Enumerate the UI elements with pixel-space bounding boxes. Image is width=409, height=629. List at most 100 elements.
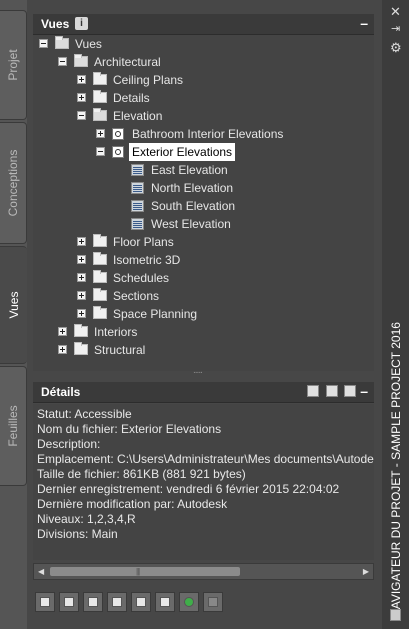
collapse-icon[interactable] (58, 57, 67, 66)
details-minimize-button[interactable]: – (360, 383, 368, 399)
grip-icon: ||| (136, 567, 140, 576)
folder-open-icon (55, 36, 69, 49)
expand-icon[interactable] (77, 255, 86, 264)
expand-icon[interactable] (58, 327, 67, 336)
tree-label: North Elevation (151, 181, 234, 195)
detail-statut: Statut: Accessible (37, 407, 132, 421)
expand-icon[interactable] (96, 129, 105, 138)
elevation-view-icon (131, 164, 144, 176)
elevation-view-icon (131, 218, 144, 230)
info-icon[interactable]: i (75, 17, 88, 30)
tree-label: Schedules (113, 271, 170, 285)
detail-dernier-enregistrement: Dernier enregistrement: vendredi 6 févri… (37, 482, 340, 496)
tree-label: Sections (113, 289, 160, 303)
tree-label: Structural (94, 343, 146, 357)
tab-feuilles[interactable]: Feuilles (0, 366, 27, 486)
folder-icon (93, 90, 107, 103)
thumbnail-icon[interactable] (344, 385, 356, 397)
tree-label: Isometric 3D (113, 253, 181, 267)
expand-icon[interactable] (77, 309, 86, 318)
collapse-icon[interactable] (39, 39, 48, 48)
vues-pane-header: Vues i – (33, 14, 374, 35)
view-icon (112, 146, 124, 158)
close-icon[interactable]: ✕ (390, 4, 401, 20)
tab-conceptions-label: Conceptions (6, 149, 20, 217)
tree-label: East Elevation (151, 163, 228, 177)
details-view-options (304, 385, 356, 400)
tree-label: Vues (75, 37, 102, 51)
expand-icon[interactable] (77, 237, 86, 246)
project-navigator-main: Vues i – Vues Architectural Ceiling Plan… (27, 0, 382, 629)
tree-label: Details (113, 91, 150, 105)
details-pane-header: Détails – (33, 382, 374, 403)
callout-button[interactable] (131, 592, 151, 612)
details-icon[interactable] (325, 385, 338, 397)
tree-label: Space Planning (113, 307, 198, 321)
detail-description: Description: (37, 437, 101, 451)
preview-icon[interactable] (307, 385, 320, 397)
document-icon (390, 609, 401, 621)
palette-title-bar[interactable]: ✕ ⇥ ⚙ NAVIGATEUR DU PROJET - SAMPLE PROJ… (382, 0, 409, 629)
expand-icon[interactable] (77, 75, 86, 84)
folder-icon (93, 252, 107, 265)
refresh-button[interactable] (179, 592, 199, 612)
tab-vues[interactable]: Vues (0, 246, 27, 364)
folder-open-icon (93, 108, 107, 121)
folder-icon (93, 288, 107, 301)
views-tree: Vues Architectural Ceiling Plans Details… (33, 35, 374, 371)
drawing-button[interactable] (83, 592, 103, 612)
clipboard-button[interactable] (107, 592, 127, 612)
folder-icon (93, 270, 107, 283)
properties-button[interactable] (155, 592, 175, 612)
folder-icon (74, 342, 88, 355)
tree-label-selected: Exterior Elevations (129, 143, 236, 161)
detail-derniere-modification: Dernière modification par: Autodesk (37, 497, 228, 511)
tab-feuilles-label: Feuilles (6, 405, 20, 447)
palette-title: NAVIGATEUR DU PROJET - SAMPLE PROJECT 20… (388, 322, 403, 618)
folder-icon (93, 306, 107, 319)
detail-taille: Taille de fichier: 861KB (881 921 bytes) (37, 467, 246, 481)
tree-label: Elevation (113, 109, 163, 123)
scroll-left-icon[interactable]: ◀ (38, 567, 44, 576)
tree-label: South Elevation (151, 199, 236, 213)
scroll-right-icon[interactable]: ▶ (363, 567, 369, 576)
detail-nom-fichier: Nom du fichier: Exterior Elevations (37, 422, 222, 436)
tree-label: Ceiling Plans (113, 73, 184, 87)
new-view-button[interactable] (35, 592, 55, 612)
autohide-icon[interactable]: ⇥ (391, 22, 400, 35)
collapse-icon[interactable] (77, 111, 86, 120)
expand-icon[interactable] (77, 273, 86, 282)
add-view-button[interactable] (59, 592, 79, 612)
detail-divisions: Divisions: Main (37, 527, 118, 541)
details-content: Statut: Accessible Nom du fichier: Exter… (33, 404, 374, 560)
detail-niveaux: Niveaux: 1,2,3,4,R (37, 512, 136, 526)
repath-button[interactable] (203, 592, 223, 612)
expand-icon[interactable] (58, 345, 67, 354)
tree-label: Architectural (94, 55, 161, 69)
collapse-icon[interactable] (96, 147, 105, 156)
tab-projet-label: Projet (6, 49, 20, 81)
folder-icon (93, 72, 107, 85)
tab-conceptions[interactable]: Conceptions (0, 122, 27, 244)
settings-icon[interactable]: ⚙ (390, 40, 402, 56)
pane-splitter[interactable] (33, 365, 374, 379)
vues-pane-title: Vues (41, 17, 70, 31)
expand-icon[interactable] (77, 93, 86, 102)
horizontal-scrollbar[interactable]: ◀ ||| ▶ (33, 563, 374, 580)
folder-icon (93, 234, 107, 247)
expand-icon[interactable] (77, 291, 86, 300)
folder-icon (74, 324, 88, 337)
folder-open-icon (74, 54, 88, 67)
scroll-thumb[interactable]: ||| (50, 567, 240, 576)
tab-vues-label: Vues (6, 291, 21, 319)
tree-label: Interiors (94, 325, 138, 339)
tab-projet[interactable]: Projet (0, 10, 27, 120)
tree-label: Bathroom Interior Elevations (132, 127, 284, 141)
tree-label: West Elevation (151, 217, 231, 231)
elevation-view-icon (131, 182, 144, 194)
tree-label: Floor Plans (113, 235, 174, 249)
vues-minimize-button[interactable]: – (360, 15, 368, 31)
details-pane-title: Détails (41, 385, 81, 399)
vertical-tab-strip: Projet Conceptions Vues Feuilles (0, 0, 27, 629)
view-icon (112, 128, 124, 140)
